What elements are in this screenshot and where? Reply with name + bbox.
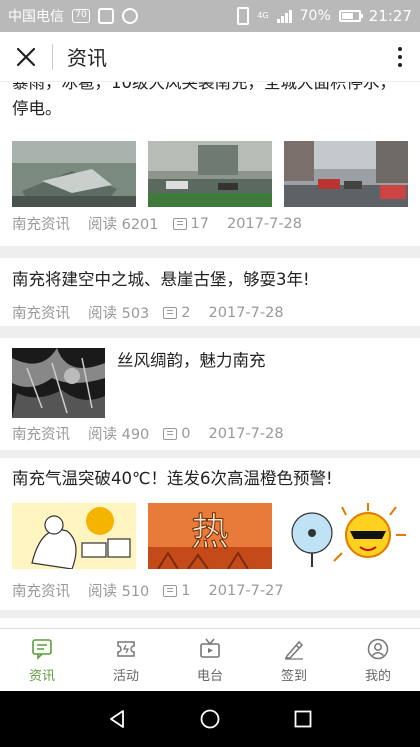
news-title[interactable]: 丝风绸韵，魅力南充: [117, 348, 266, 374]
comment-count: 0: [163, 426, 191, 442]
news-meta: 南充资讯 阅读 490 0 2017-7-28: [12, 423, 284, 444]
status-bar: 中国电信 70 4G 70% 21:27: [0, 0, 420, 32]
read-count: 阅读 503: [88, 306, 150, 322]
news-source: 南充资讯: [12, 427, 70, 443]
read-count: 阅读 6201: [88, 217, 159, 233]
tab-label: 签到: [280, 668, 307, 684]
comment-icon: [163, 306, 178, 319]
network-type: 4G: [257, 11, 269, 20]
news-thumbnail[interactable]: [148, 141, 272, 207]
news-title[interactable]: 南充气温突破40℃！连发6次高温橙色预警!: [0, 458, 420, 492]
comment-count: 17: [172, 216, 209, 232]
home-icon[interactable]: [199, 708, 221, 730]
profile-icon: [367, 638, 389, 659]
news-meta: 南充资讯 阅读 510 1 2017-7-27: [12, 580, 284, 601]
news-card[interactable]: 南充气温突破40℃！连发6次高温橙色预警! 热 南充资讯 阅读 510 1 20…: [0, 458, 420, 610]
comment-icon: [163, 584, 178, 597]
app-header: 资讯: [0, 32, 420, 82]
comment-count: 2: [163, 305, 191, 321]
news-meta: 南充资讯 阅读 6201 17 2017-7-28: [12, 213, 302, 234]
news-date: 2017-7-27: [208, 582, 284, 599]
news-card[interactable]: 丝风绸韵，魅力南充 南充资讯 阅读 490 0 2017-7-28: [0, 338, 420, 450]
comment-icon: [172, 217, 187, 230]
news-title[interactable]: 暴雨，冰雹，10级大风突袭南充，全城大面积停水，停电。: [0, 82, 420, 122]
blocked-notification-icon: [122, 8, 138, 24]
ticket-icon: [117, 640, 135, 657]
news-thumbnail[interactable]: 热: [148, 503, 272, 569]
more-dot: [398, 62, 402, 67]
news-date: 2017-7-28: [208, 425, 284, 442]
more-dot: [398, 46, 402, 51]
news-thumbnail[interactable]: [284, 141, 408, 207]
comment-icon: [163, 427, 178, 440]
tab-label: 活动: [112, 668, 139, 684]
battery-icon: [338, 10, 363, 22]
battery-percent: 70%: [299, 8, 331, 24]
tab-profile[interactable]: 我的: [336, 629, 420, 691]
tab-radio[interactable]: 电台: [168, 629, 252, 691]
news-date: 2017-7-28: [226, 215, 303, 232]
news-thumbnail[interactable]: [12, 503, 136, 569]
signal-icon: [276, 9, 292, 23]
image-notification-icon: [98, 8, 114, 24]
carrier-name: 中国电信: [8, 9, 64, 25]
tab-label: 电台: [196, 668, 223, 684]
tab-label: 我的: [364, 668, 391, 684]
news-thumbnail[interactable]: [284, 503, 408, 569]
recents-icon[interactable]: [292, 708, 314, 730]
notification-badge-icon: 70: [72, 9, 90, 23]
read-count: 阅读 510: [88, 584, 150, 600]
bottom-navigation: 资讯 活动 电台 签到 我的: [0, 628, 420, 691]
tab-news[interactable]: 资讯: [0, 629, 84, 691]
news-thumbnail[interactable]: [12, 348, 105, 418]
tab-checkin[interactable]: 签到: [252, 629, 336, 691]
tab-activity[interactable]: 活动: [84, 629, 168, 691]
news-card[interactable]: 暴雨，冰雹，10级大风突袭南充，全城大面积停水，停电。 南充资讯 阅读 6201…: [0, 82, 420, 246]
news-source: 南充资讯: [12, 584, 70, 600]
news-card[interactable]: 南充将建空中之城、悬崖古堡，够耍3年! 南充资讯 阅读 503 2 2017-7…: [0, 258, 420, 326]
news-title[interactable]: 南充将建空中之城、悬崖古堡，够耍3年!: [0, 258, 420, 293]
heat-character: 热: [191, 510, 229, 554]
radio-icon: [200, 638, 220, 658]
news-thumbnails: [0, 141, 420, 207]
news-thumbnail[interactable]: [12, 141, 136, 207]
news-source: 南充资讯: [12, 217, 70, 233]
news-feed[interactable]: 暴雨，冰雹，10级大风突袭南充，全城大面积停水，停电。 南充资讯 阅读 6201…: [0, 82, 420, 628]
news-date: 2017-7-28: [208, 304, 284, 321]
comment-count: 1: [163, 583, 191, 599]
news-card[interactable]: [0, 618, 420, 628]
system-navigation-bar: [0, 691, 420, 747]
close-button[interactable]: [0, 32, 52, 82]
news-source: 南充资讯: [12, 306, 70, 322]
checkin-icon: [284, 640, 304, 660]
clock: 21:27: [368, 7, 412, 25]
page-title: 资讯: [67, 46, 107, 70]
close-icon: [16, 47, 36, 66]
news-thumbnails: 热: [0, 503, 420, 569]
tab-label: 资讯: [28, 668, 55, 684]
back-icon[interactable]: [106, 708, 128, 730]
news-meta: 南充资讯 阅读 503 2 2017-7-28: [12, 302, 284, 323]
more-menu-button[interactable]: [380, 32, 420, 82]
vibrate-icon: [237, 7, 250, 25]
more-dot: [398, 54, 402, 59]
news-icon: [32, 638, 52, 660]
read-count: 阅读 490: [88, 427, 150, 443]
